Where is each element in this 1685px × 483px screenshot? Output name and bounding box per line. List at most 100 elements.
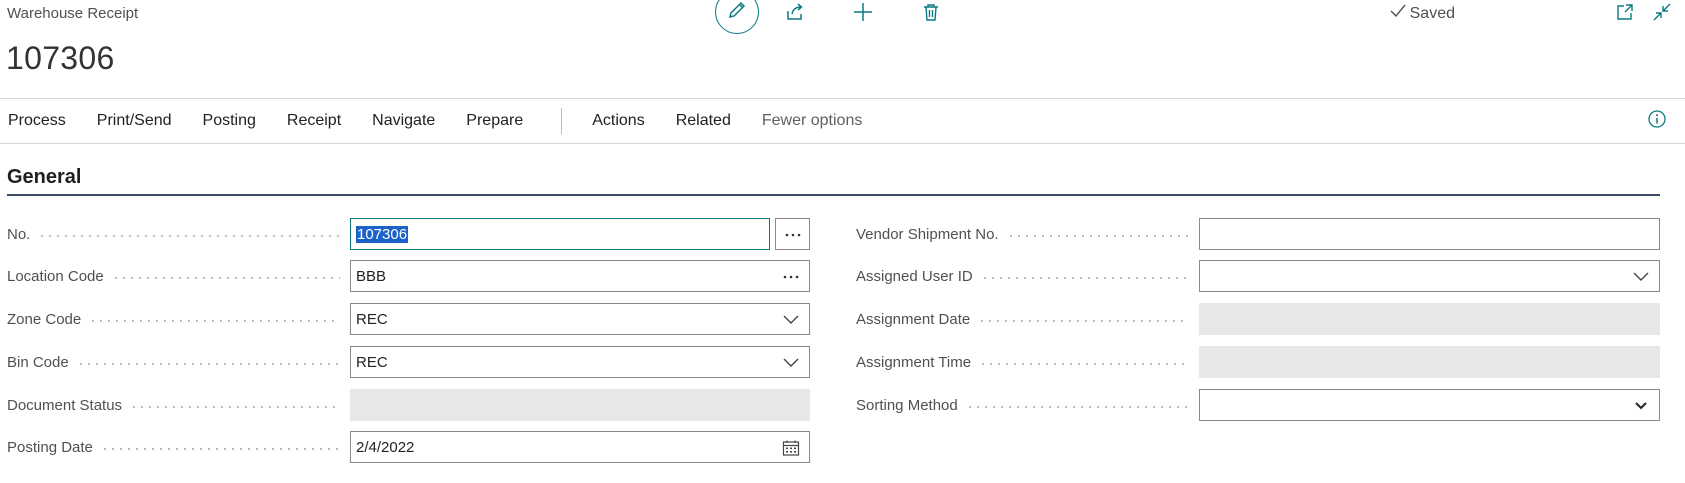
fewer-options-button[interactable]: Fewer options [754, 112, 871, 130]
leader-dots [1006, 235, 1189, 237]
delete-button[interactable] [919, 2, 943, 26]
field-label: Location Code [7, 268, 350, 285]
action-process[interactable]: Process [0, 112, 74, 130]
action-bar: Process Print/Send Posting Receipt Navig… [0, 100, 885, 142]
bin-code-value: REC [356, 353, 388, 371]
assignment-time-input [1199, 346, 1660, 378]
field-assigned-user-id: Assigned User ID [856, 260, 1660, 292]
no-assist-button[interactable] [775, 218, 810, 250]
field-label: Assignment Time [856, 354, 1199, 371]
leader-dots [76, 363, 340, 365]
field-label: No. [7, 226, 350, 243]
field-document-status: Document Status [7, 389, 810, 421]
checkmark-icon [1390, 4, 1406, 23]
field-vendor-shipment-no: Vendor Shipment No. [856, 218, 1660, 250]
leader-dots [38, 235, 340, 237]
action-related[interactable]: Related [668, 112, 739, 130]
field-label: Document Status [7, 397, 350, 414]
leader-dots [111, 277, 340, 279]
action-prepare[interactable]: Prepare [458, 112, 531, 130]
leader-dots [979, 363, 1189, 365]
leader-dots [980, 277, 1189, 279]
zone-code-value: REC [356, 310, 388, 328]
leader-dots [130, 406, 340, 408]
field-assignment-time: Assignment Time [856, 346, 1660, 378]
leader-dots [978, 320, 1189, 322]
label-text: Sorting Method [856, 396, 958, 414]
field-label: Vendor Shipment No. [856, 226, 1199, 243]
field-zone-code: Zone Code REC [7, 303, 810, 335]
label-text: Document Status [7, 396, 123, 414]
posting-date-value: 2/4/2022 [356, 438, 415, 456]
section-underline [7, 194, 1660, 196]
no-input[interactable]: 107306 [350, 218, 770, 250]
action-receipt[interactable]: Receipt [279, 112, 349, 130]
bin-code-input[interactable]: REC [350, 346, 810, 378]
ellipsis-icon [784, 225, 802, 243]
label-text: Assigned User ID [856, 267, 973, 285]
info-button[interactable] [1647, 109, 1667, 129]
field-sorting-method: Sorting Method [856, 389, 1660, 421]
entity-type-label: Warehouse Receipt [7, 5, 139, 22]
label-text: Location Code [7, 267, 104, 285]
label-text: Vendor Shipment No. [856, 225, 999, 243]
action-separator [561, 108, 563, 134]
field-posting-date: Posting Date 2/4/2022 [7, 431, 810, 463]
collapse-button[interactable] [1651, 3, 1673, 25]
open-new-window-button[interactable] [1614, 3, 1636, 25]
info-icon [1647, 110, 1667, 133]
leader-dots [89, 320, 340, 322]
label-text: Assignment Date [856, 310, 971, 328]
field-location-code: Location Code BBB [7, 260, 810, 292]
trash-icon [921, 2, 941, 27]
action-posting[interactable]: Posting [195, 112, 264, 130]
label-text: Bin Code [7, 353, 69, 371]
chevron-down-icon[interactable] [781, 353, 801, 373]
label-text: Posting Date [7, 438, 93, 456]
no-input-value: 107306 [356, 225, 409, 243]
action-actions[interactable]: Actions [584, 112, 652, 130]
share-icon [784, 1, 806, 28]
leader-dots [965, 406, 1189, 408]
calendar-icon[interactable] [781, 438, 801, 458]
vendor-shipment-no-input[interactable] [1199, 218, 1660, 250]
ellipsis-icon[interactable] [781, 267, 801, 287]
sorting-method-select[interactable] [1199, 389, 1660, 421]
divider [0, 143, 1685, 144]
assignment-date-input [1199, 303, 1660, 335]
edit-button[interactable] [715, 0, 759, 34]
field-label: Sorting Method [856, 397, 1199, 414]
field-label: Posting Date [7, 439, 350, 456]
field-no: No. 107306 [7, 218, 770, 250]
field-label: Assigned User ID [856, 268, 1199, 285]
chevron-down-icon[interactable] [781, 310, 801, 330]
chevron-down-icon[interactable] [1631, 267, 1651, 287]
page-title: 107306 [6, 40, 115, 76]
field-label: Zone Code [7, 311, 350, 328]
leader-dots [100, 448, 340, 450]
field-bin-code: Bin Code REC [7, 346, 810, 378]
saved-label: Saved [1409, 4, 1455, 22]
action-navigate[interactable]: Navigate [364, 112, 443, 130]
section-title-general[interactable]: General [7, 166, 81, 189]
open-new-window-icon [1615, 2, 1635, 27]
action-print-send[interactable]: Print/Send [89, 112, 180, 130]
saved-status: Saved [1390, 4, 1455, 23]
location-code-input[interactable]: BBB [350, 260, 810, 292]
pencil-icon [727, 0, 747, 25]
label-text: Assignment Time [856, 353, 972, 371]
chevron-down-icon[interactable] [1631, 396, 1651, 416]
plus-icon [852, 1, 874, 28]
share-button[interactable] [783, 2, 807, 26]
field-assignment-date: Assignment Date [856, 303, 1660, 335]
posting-date-input[interactable]: 2/4/2022 [350, 431, 810, 463]
document-status-input [350, 389, 810, 421]
label-text: Zone Code [7, 310, 82, 328]
collapse-icon [1652, 2, 1672, 27]
assigned-user-id-input[interactable] [1199, 260, 1660, 292]
zone-code-input[interactable]: REC [350, 303, 810, 335]
label-text: No. [7, 225, 31, 243]
field-label: Assignment Date [856, 311, 1199, 328]
new-button[interactable] [851, 2, 875, 26]
location-code-value: BBB [356, 267, 387, 285]
